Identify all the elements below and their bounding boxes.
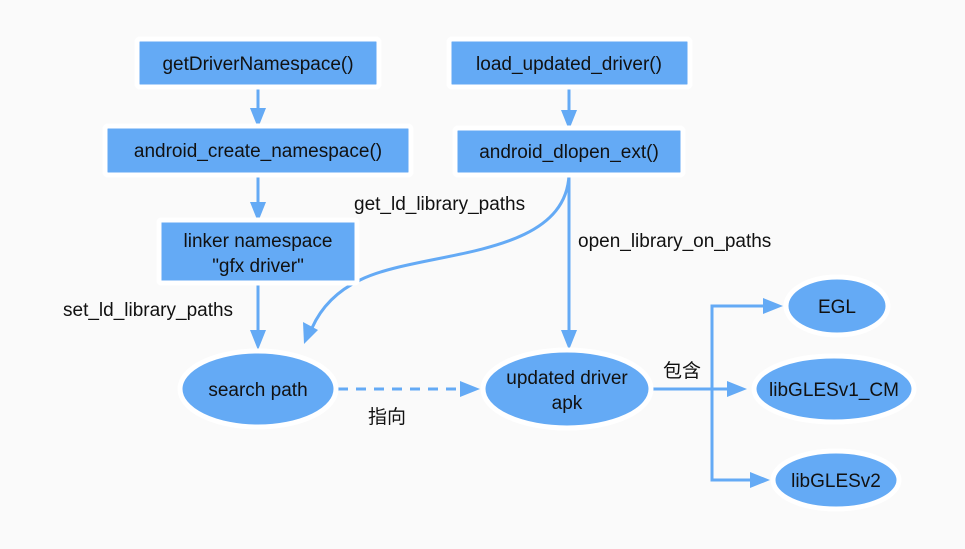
arrowhead [727, 381, 747, 397]
svg-text:"gfx driver": "gfx driver" [212, 256, 304, 277]
svg-text:libGLESv2: libGLESv2 [791, 471, 881, 492]
node-android-create-namespace: android_create_namespace() [102, 123, 414, 178]
svg-text:android_dlopen_ext(): android_dlopen_ext() [479, 142, 659, 163]
arrowhead [460, 381, 480, 397]
arrowhead [303, 322, 318, 344]
arrowhead [763, 298, 783, 314]
svg-text:getDriverNamespace(): getDriverNamespace() [162, 54, 353, 75]
node-load-updated-driver: load_updated_driver() [446, 36, 693, 90]
node-updated-driver-apk: updated driver apk [480, 347, 654, 431]
arrowhead [250, 330, 266, 350]
label-get-ld-library-paths: get_ld_library_paths [354, 194, 525, 215]
node-get-driver-namespace: getDriverNamespace() [134, 36, 382, 90]
svg-text:updated driver: updated driver [506, 368, 628, 389]
node-linker-namespace: linker namespace "gfx driver" [156, 217, 360, 286]
edge-apk-to-gles2 [710, 389, 752, 482]
label-points-to: 指向 [368, 406, 406, 428]
svg-text:EGL: EGL [818, 297, 856, 318]
svg-text:apk: apk [552, 393, 583, 414]
svg-text:linker namespace: linker namespace [184, 231, 333, 252]
node-egl: EGL [783, 274, 891, 338]
svg-text:load_updated_driver(): load_updated_driver() [476, 54, 662, 75]
svg-text:libGLESv1_CM: libGLESv1_CM [769, 380, 899, 401]
driver-loading-diagram: getDriverNamespace() android_create_name… [63, 36, 917, 512]
node-android-dlopen-ext: android_dlopen_ext() [452, 125, 686, 178]
svg-text:android_create_namespace(): android_create_namespace() [134, 141, 382, 162]
node-libglesv1-cm: libGLESv1_CM [751, 353, 917, 425]
svg-text:search path: search path [208, 380, 307, 401]
arrowhead [750, 472, 770, 488]
label-open-library-on-paths: open_library_on_paths [578, 231, 771, 252]
node-libglesv2: libGLESv2 [770, 448, 902, 512]
label-set-ld-library-paths: set_ld_library_paths [63, 300, 233, 321]
label-contains: 包含 [663, 360, 701, 382]
arrowhead [561, 330, 577, 350]
node-search-path: search path [177, 348, 339, 430]
